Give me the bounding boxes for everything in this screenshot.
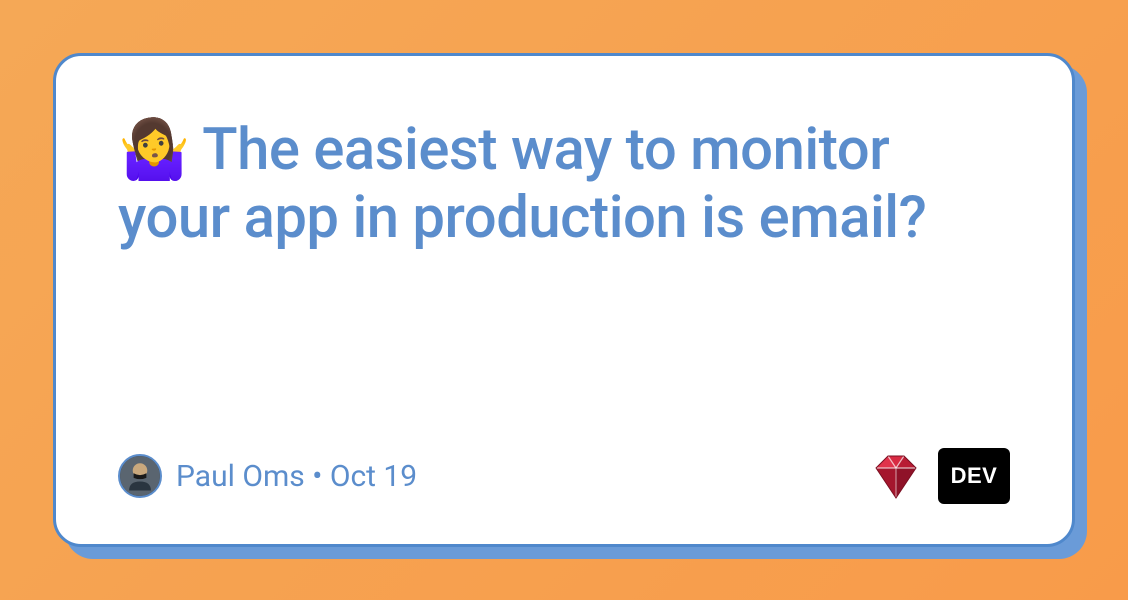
card-body: 🤷‍♀️ The easiest way to monitor your app…	[53, 53, 1075, 547]
post-date: Oct 19	[330, 459, 417, 494]
meta-separator: •	[312, 459, 322, 494]
card-footer: Paul Oms • Oct 19	[118, 448, 1010, 504]
author-meta: Paul Oms • Oct 19	[176, 459, 417, 494]
dev-badge: DEV	[938, 448, 1010, 504]
author-name: Paul Oms	[176, 459, 305, 494]
author-avatar	[118, 454, 162, 498]
logo-group: DEV	[868, 448, 1010, 504]
dev-badge-text: DEV	[951, 463, 998, 489]
ruby-icon	[868, 450, 924, 502]
post-title: 🤷‍♀️ The easiest way to monitor your app…	[118, 116, 1010, 253]
avatar-icon	[120, 456, 160, 496]
title-text: The easiest way to monitor your app in p…	[118, 116, 926, 252]
title-emoji: 🤷‍♀️	[118, 116, 190, 184]
author-block: Paul Oms • Oct 19	[118, 454, 417, 498]
social-card: 🤷‍♀️ The easiest way to monitor your app…	[53, 53, 1075, 547]
